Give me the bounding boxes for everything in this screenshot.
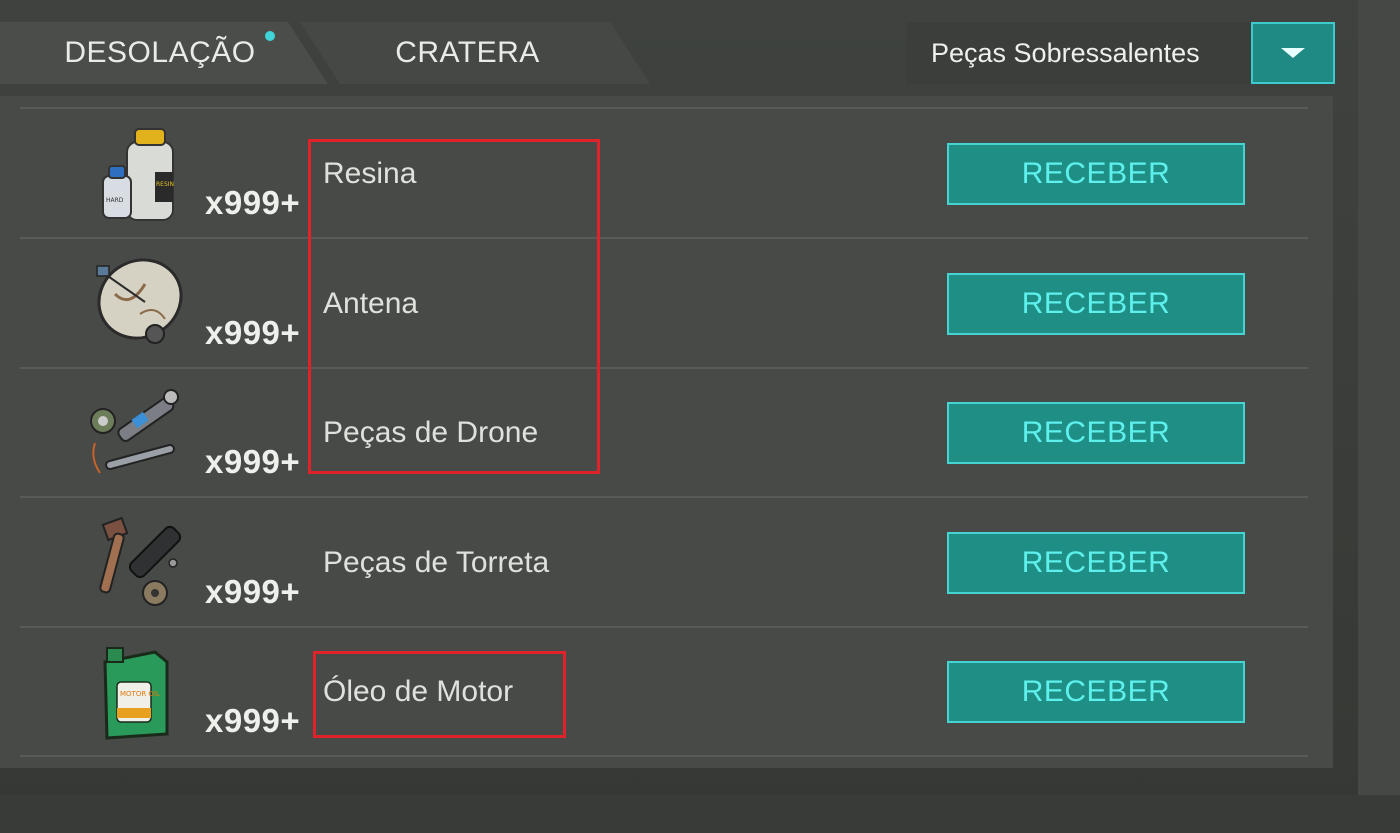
tab-cratera[interactable]: CRATERA (345, 22, 590, 84)
drone-parts-icon (90, 389, 179, 474)
highlight-box (308, 139, 600, 474)
receive-button[interactable]: RECEBER (947, 273, 1245, 335)
background-bottom (0, 795, 1400, 833)
tab-label: CRATERA (395, 36, 540, 69)
dropdown-selected-label: Peças Sobressalentes (931, 38, 1200, 68)
svg-text:RESIN: RESIN (156, 181, 174, 188)
category-dropdown[interactable]: Peças Sobressalentes (906, 22, 1335, 84)
svg-text:MOTOR OIL: MOTOR OIL (120, 690, 160, 698)
item-quantity: x999+ (205, 573, 301, 610)
tab-label: DESOLAÇÃO (64, 36, 256, 69)
item-quantity: x999+ (205, 443, 301, 480)
item-quantity: x999+ (205, 702, 301, 739)
receive-button[interactable]: RECEBER (947, 402, 1245, 464)
item-quantity: x999+ (205, 314, 301, 351)
item-name: Peças de Torreta (323, 546, 550, 579)
items-panel: RESIN HARD x999+ Resina RECEBER x999+ An… (0, 96, 1333, 768)
motor-oil-icon: MOTOR OIL (103, 647, 169, 740)
item-row: x999+ Peças de Drone RECEBER (0, 368, 1333, 496)
item-row: RESIN HARD x999+ Resina RECEBER (0, 109, 1333, 237)
receive-button[interactable]: RECEBER (947, 143, 1245, 205)
row-divider (20, 755, 1308, 757)
resin-bottles-icon: RESIN HARD (102, 128, 174, 221)
highlight-box (313, 651, 566, 738)
turret-parts-icon (99, 516, 182, 606)
satellite-dish-icon (96, 258, 183, 344)
dropdown-toggle-button[interactable] (1251, 22, 1335, 84)
svg-text:HARD: HARD (106, 197, 124, 204)
item-row: MOTOR OIL x999+ Óleo de Motor RECEBER (0, 627, 1333, 755)
background-edge (1358, 0, 1400, 833)
game-screen: DESOLAÇÃO CRATERA Peças Sobressalentes R… (0, 0, 1400, 833)
notification-dot (265, 31, 275, 41)
receive-button[interactable]: RECEBER (947, 532, 1245, 594)
item-row: x999+ Antena RECEBER (0, 239, 1333, 367)
item-quantity: x999+ (205, 184, 301, 221)
chevron-down-icon (1281, 48, 1305, 58)
tab-desolacao[interactable]: DESOLAÇÃO (40, 22, 280, 84)
item-row: x999+ Peças de Torreta RECEBER (0, 498, 1333, 626)
receive-button[interactable]: RECEBER (947, 661, 1245, 723)
